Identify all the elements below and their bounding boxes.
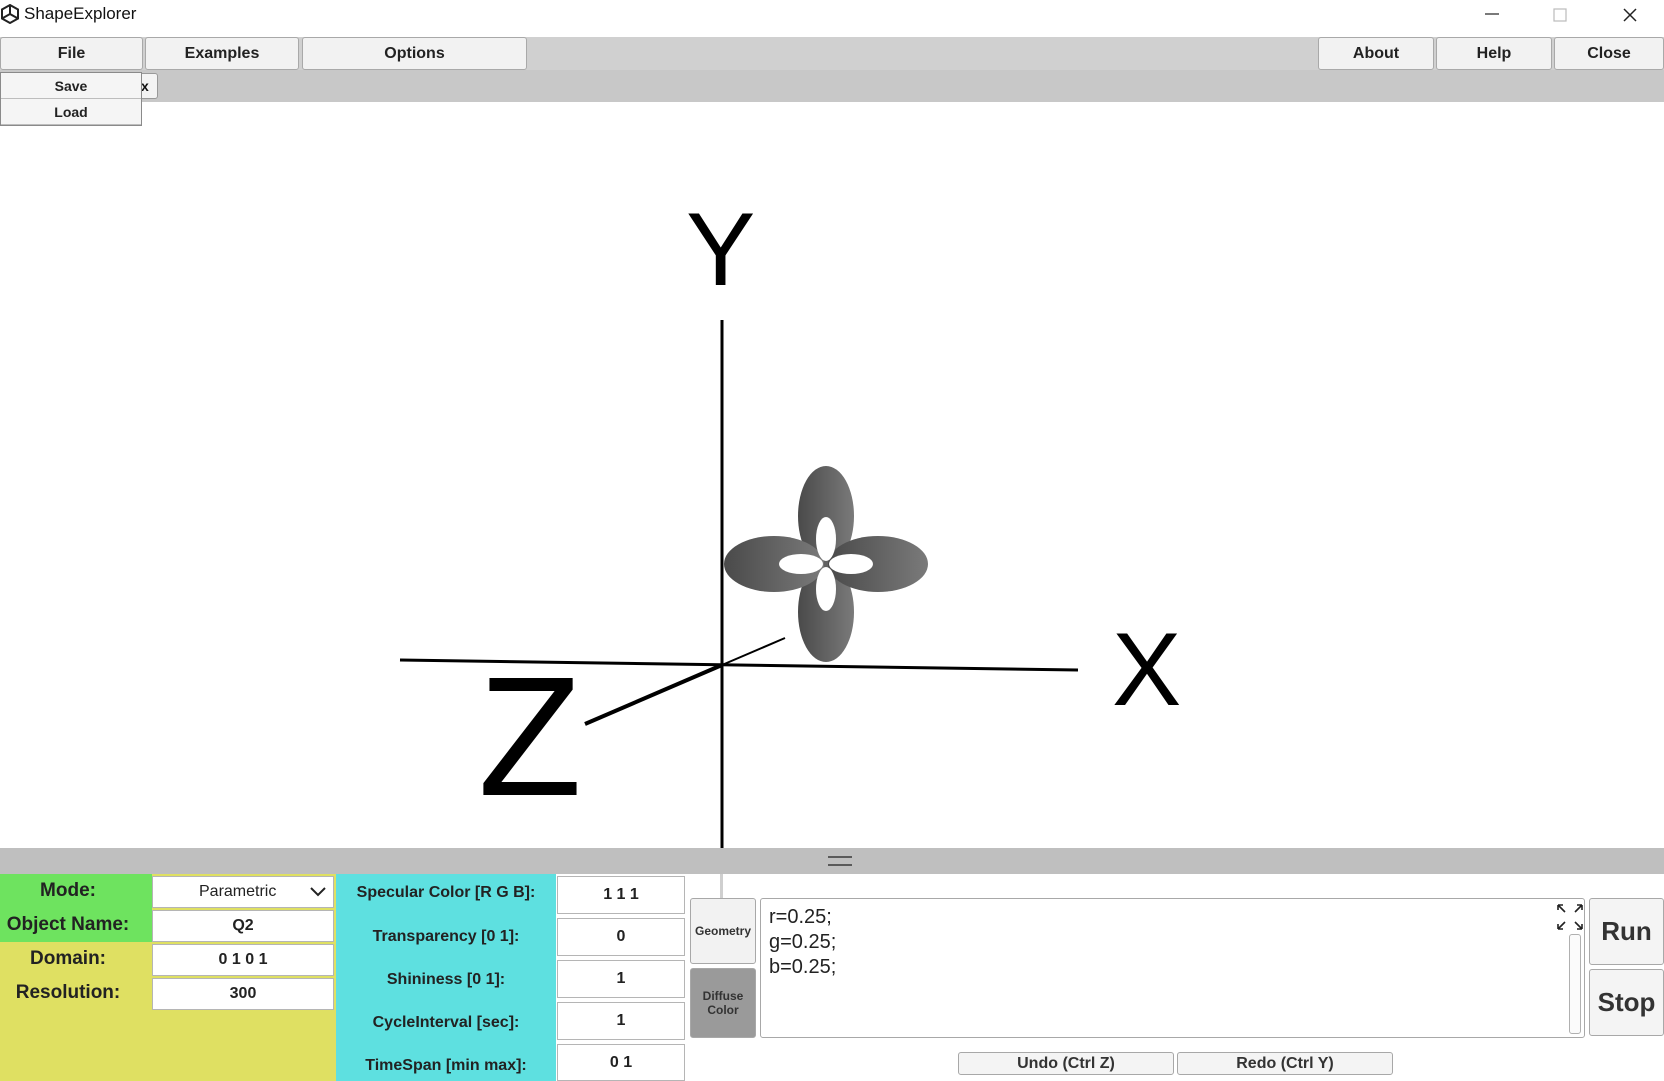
file-menu-save[interactable]: Save: [1, 73, 141, 99]
shininess-field[interactable]: 1: [557, 960, 685, 998]
z-axis-line-far: [721, 637, 786, 666]
cycle-interval-label: CycleInterval [sec]:: [372, 1014, 520, 1031]
toolbar-strip: x: [0, 70, 1664, 102]
flower-hole: [829, 554, 873, 574]
object-name-label: Object Name:: [6, 914, 130, 935]
mode-select[interactable]: Parametric: [152, 876, 334, 908]
shininess-label: Shininess [0 1]:: [386, 971, 506, 988]
timespan-field[interactable]: 0 1: [557, 1044, 685, 1081]
minimize-icon: [1485, 13, 1499, 15]
title-bar: ShapeExplorer: [0, 0, 1664, 28]
file-menu-load[interactable]: Load: [1, 99, 141, 125]
axis-label-y: Y: [686, 192, 756, 308]
stop-button[interactable]: Stop: [1589, 969, 1664, 1036]
file-dropdown: Save Load: [0, 72, 142, 126]
scene-canvas: [399, 320, 1079, 848]
resolution-field[interactable]: 300: [152, 978, 334, 1010]
code-line: r=0.25;: [769, 906, 832, 928]
menu-options[interactable]: Options: [302, 37, 527, 70]
transparency-field[interactable]: 0: [557, 918, 685, 956]
z-axis-line: [584, 663, 723, 726]
mode-label: Mode:: [40, 880, 96, 901]
object-name-field[interactable]: Q2: [152, 910, 334, 942]
specular-color-label: Specular Color [R G B]:: [356, 884, 536, 901]
3d-viewport[interactable]: Y X Z: [0, 102, 1664, 848]
domain-field[interactable]: 0 1 0 1: [152, 944, 334, 976]
panel-splitter[interactable]: [0, 848, 1664, 874]
bottom-panel: Mode: Object Name: Domain: Resolution: P…: [0, 874, 1664, 1081]
flower-shape: [724, 466, 928, 662]
redo-button[interactable]: Redo (Ctrl Y): [1177, 1052, 1393, 1075]
maximize-icon: [1553, 8, 1567, 22]
menu-about[interactable]: About: [1318, 37, 1434, 70]
axis-label-z: Z: [478, 642, 582, 832]
unity-logo-icon: [1, 4, 19, 24]
transparency-label: Transparency [0 1]:: [372, 928, 520, 945]
minimize-button[interactable]: [1462, 0, 1522, 28]
menu-file[interactable]: File: [0, 37, 143, 70]
menu-close[interactable]: Close: [1554, 37, 1664, 70]
axis-label-x: X: [1112, 612, 1182, 728]
splitter-grip-icon: [828, 856, 852, 866]
undo-button[interactable]: Undo (Ctrl Z): [958, 1052, 1174, 1075]
cycle-interval-field[interactable]: 1: [557, 1002, 685, 1040]
code-line: g=0.25;: [769, 931, 837, 953]
domain-label: Domain:: [30, 948, 106, 969]
flower-hole: [816, 567, 836, 611]
menu-bar: File Examples Options About Help Close: [0, 37, 1664, 70]
window-title: ShapeExplorer: [24, 4, 137, 23]
close-icon: [1623, 8, 1637, 22]
chevron-down-icon: [310, 887, 326, 897]
flower-hole: [779, 554, 823, 574]
menu-help[interactable]: Help: [1436, 37, 1552, 70]
expand-icon[interactable]: [1555, 902, 1585, 932]
run-button[interactable]: Run: [1589, 898, 1664, 965]
menu-examples[interactable]: Examples: [145, 37, 299, 70]
maximize-button[interactable]: [1530, 0, 1590, 28]
flower-hole: [816, 517, 836, 561]
code-editor[interactable]: r=0.25; g=0.25; b=0.25;: [760, 898, 1585, 1038]
code-line: b=0.25;: [769, 956, 837, 978]
geometry-tab[interactable]: Geometry: [690, 898, 756, 964]
code-scrollbar[interactable]: [1569, 934, 1581, 1034]
resolution-label: Resolution:: [15, 982, 121, 1003]
diffuse-color-tab[interactable]: Diffuse Color: [690, 968, 756, 1038]
window-close-button[interactable]: [1600, 0, 1660, 28]
timespan-label: TimeSpan [min max]:: [365, 1057, 527, 1074]
mode-select-value: Parametric: [199, 883, 277, 900]
specular-color-field[interactable]: 1 1 1: [557, 876, 685, 914]
